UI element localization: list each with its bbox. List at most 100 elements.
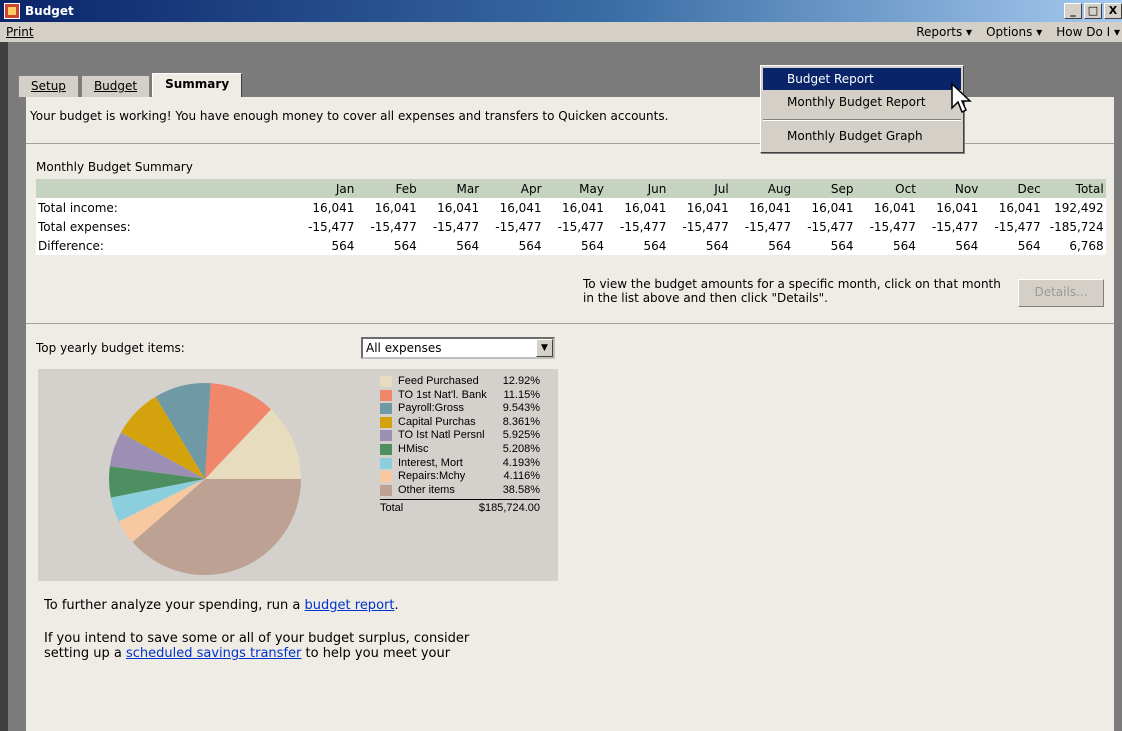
chevron-down-icon[interactable]: ▼ bbox=[536, 339, 553, 357]
legend-item: Payroll:Gross 9.543% bbox=[380, 402, 550, 416]
table-cell[interactable]: 16,041 bbox=[731, 201, 793, 215]
summary-title: Monthly Budget Summary bbox=[36, 160, 193, 174]
month-header[interactable]: May bbox=[544, 182, 606, 196]
table-cell[interactable]: -15,477 bbox=[668, 220, 730, 234]
surplus-prefix: setting up a bbox=[44, 646, 126, 661]
table-cell[interactable]: 564 bbox=[481, 239, 543, 253]
menu-item-budget-report[interactable]: Budget Report bbox=[763, 68, 961, 90]
legend-swatch bbox=[380, 376, 392, 387]
month-header[interactable]: Jun bbox=[606, 182, 668, 196]
table-cell[interactable]: 16,041 bbox=[419, 201, 481, 215]
table-row[interactable]: Total expenses: -15,477 -15,477 -15,477 -15,… bbox=[36, 217, 1106, 236]
table-cell[interactable]: 16,041 bbox=[793, 201, 855, 215]
month-header[interactable]: Oct bbox=[856, 182, 918, 196]
table-cell[interactable]: 564 bbox=[419, 239, 481, 253]
month-header[interactable]: Feb bbox=[356, 182, 418, 196]
table-cell[interactable]: 16,041 bbox=[668, 201, 730, 215]
minimize-button[interactable]: _ bbox=[1064, 3, 1082, 19]
scheduled-savings-transfer-link[interactable]: scheduled savings transfer bbox=[126, 646, 301, 661]
table-cell[interactable]: 564 bbox=[731, 239, 793, 253]
menu-separator bbox=[763, 119, 961, 121]
table-cell[interactable]: 564 bbox=[793, 239, 855, 253]
legend-percent: 5.208% bbox=[502, 442, 540, 455]
how-do-i-menu[interactable]: How Do I ▾ bbox=[1056, 25, 1120, 39]
print-menu[interactable]: Print bbox=[6, 25, 34, 39]
table-cell[interactable]: 564 bbox=[918, 239, 980, 253]
legend-percent: 8.361% bbox=[502, 415, 540, 428]
table-cell[interactable]: 16,041 bbox=[356, 201, 418, 215]
details-hint: To view the budget amounts for a specifi… bbox=[583, 277, 1001, 305]
legend-item: TO Ist Natl Persnl 5.925% bbox=[380, 429, 550, 443]
legend-name: Capital Purchas bbox=[398, 415, 476, 428]
legend-name: Payroll:Gross bbox=[398, 402, 465, 415]
menu-item-monthly-budget-report[interactable]: Monthly Budget Report bbox=[763, 91, 961, 113]
month-header[interactable]: Mar bbox=[419, 182, 481, 196]
options-menu[interactable]: Options ▾ bbox=[986, 25, 1042, 39]
legend-name: Feed Purchased bbox=[398, 375, 479, 387]
total-header: Total bbox=[1075, 181, 1104, 196]
table-cell[interactable]: -15,477 bbox=[544, 220, 606, 234]
table-cell[interactable]: -15,477 bbox=[731, 220, 793, 234]
legend-name: Interest, Mort bbox=[398, 456, 463, 469]
table-cell[interactable]: -15,477 bbox=[856, 220, 918, 234]
tab-summary[interactable]: Summary bbox=[152, 73, 243, 97]
legend-name: TO 1st Nat'l. Bank bbox=[398, 388, 487, 401]
legend-total-value: $185,724.00 bbox=[478, 502, 540, 515]
app-icon bbox=[4, 3, 20, 19]
close-button[interactable]: X bbox=[1104, 3, 1122, 19]
legend-item: Feed Purchased 12.92% bbox=[380, 375, 550, 389]
table-cell[interactable]: -15,477 bbox=[918, 220, 980, 234]
top-items-label: Top yearly budget items: bbox=[36, 341, 185, 355]
table-cell[interactable]: -15,477 bbox=[980, 220, 1042, 234]
month-header[interactable]: Dec bbox=[980, 182, 1042, 196]
legend-total-rule bbox=[380, 499, 540, 501]
table-cell[interactable]: 16,041 bbox=[481, 201, 543, 215]
table-cell[interactable]: 16,041 bbox=[294, 201, 356, 215]
table-cell[interactable]: 564 bbox=[356, 239, 418, 253]
table-cell[interactable]: 16,041 bbox=[606, 201, 668, 215]
table-cell[interactable]: 564 bbox=[544, 239, 606, 253]
table-cell[interactable]: 564 bbox=[856, 239, 918, 253]
month-header[interactable]: Sep bbox=[793, 182, 855, 196]
month-header[interactable]: Jan bbox=[294, 182, 356, 196]
table-cell[interactable]: 16,041 bbox=[918, 201, 980, 215]
table-cell[interactable]: 564 bbox=[980, 239, 1042, 253]
legend-percent: 12.92% bbox=[502, 375, 540, 387]
maximize-button[interactable]: □ bbox=[1084, 3, 1102, 19]
row-label: Total income: bbox=[38, 200, 118, 215]
row-total: 192,492 bbox=[1054, 200, 1104, 215]
tab-setup[interactable]: Setup bbox=[18, 75, 79, 97]
table-cell[interactable]: -15,477 bbox=[793, 220, 855, 234]
table-row[interactable]: Total income: 16,041 16,041 16,041 16,041 16,… bbox=[36, 198, 1106, 217]
table-cell[interactable]: -15,477 bbox=[356, 220, 418, 234]
tab-budget[interactable]: Budget bbox=[80, 75, 151, 97]
table-cell[interactable]: 16,041 bbox=[544, 201, 606, 215]
expense-filter-select[interactable]: All expenses ▼ bbox=[361, 337, 555, 359]
budget-report-link[interactable]: budget report bbox=[305, 598, 395, 613]
month-header[interactable]: Jul bbox=[668, 182, 730, 196]
table-row[interactable]: Difference: 564 564 564 564 564 564 564 564 564 56… bbox=[36, 236, 1106, 255]
budget-status-message: Your budget is working! You have enough … bbox=[30, 109, 669, 123]
budget-summary-table[interactable]: Jan Feb Mar Apr May Jun Jul Aug Sep Oct … bbox=[36, 179, 1106, 255]
table-cell[interactable]: -15,477 bbox=[294, 220, 356, 234]
legend-name: TO Ist Natl Persnl bbox=[398, 429, 485, 442]
table-cell[interactable]: 564 bbox=[668, 239, 730, 253]
legend-item: HMisc 5.208% bbox=[380, 443, 550, 457]
month-header[interactable]: Nov bbox=[918, 182, 980, 196]
menu-item-monthly-budget-graph[interactable]: Monthly Budget Graph bbox=[763, 125, 961, 147]
legend-percent: 9.543% bbox=[502, 402, 540, 415]
row-label: Difference: bbox=[38, 238, 104, 253]
table-cell[interactable]: 564 bbox=[294, 239, 356, 253]
reports-menu[interactable]: Reports ▾ bbox=[916, 25, 972, 39]
legend-swatch bbox=[380, 471, 392, 483]
table-cell[interactable]: 564 bbox=[606, 239, 668, 253]
month-header[interactable]: Aug bbox=[731, 182, 793, 196]
details-button[interactable]: Details... bbox=[1018, 279, 1104, 307]
month-header[interactable]: Apr bbox=[481, 182, 543, 196]
table-cell[interactable]: -15,477 bbox=[481, 220, 543, 234]
table-cell[interactable]: -15,477 bbox=[419, 220, 481, 234]
table-cell[interactable]: 16,041 bbox=[856, 201, 918, 215]
table-cell[interactable]: 16,041 bbox=[980, 201, 1042, 215]
table-cell[interactable]: -15,477 bbox=[606, 220, 668, 234]
summary-panel: Your budget is working! You have enough … bbox=[26, 97, 1114, 731]
